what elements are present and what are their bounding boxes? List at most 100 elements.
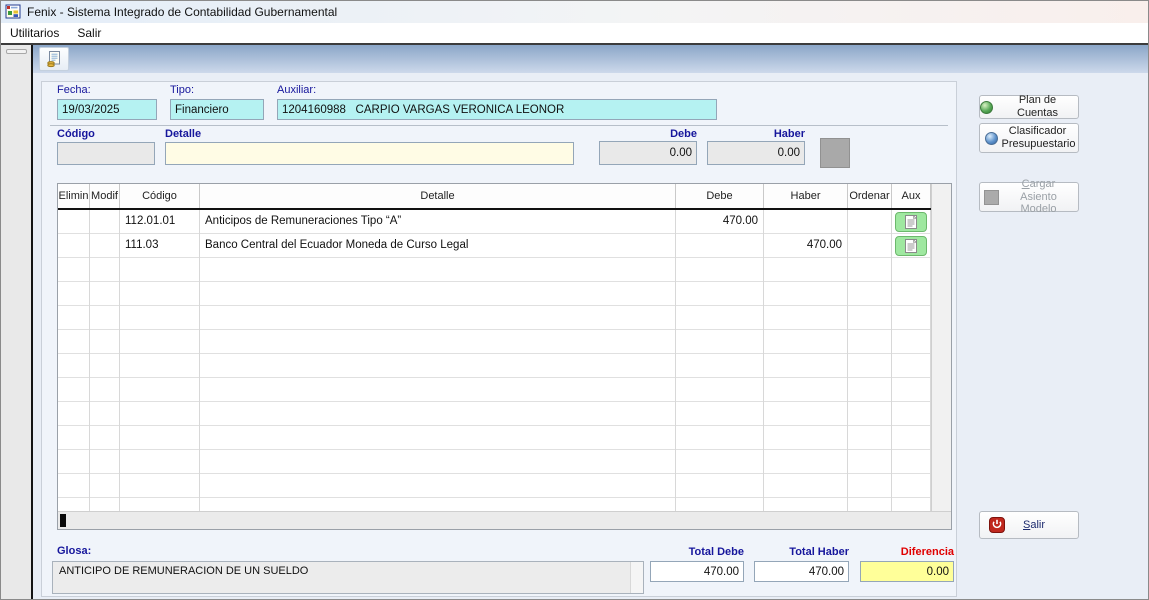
green-circle-icon: [980, 101, 993, 114]
debe-input[interactable]: [599, 141, 697, 165]
cell-ordenar: [848, 378, 892, 402]
debe-label: Debe: [599, 128, 697, 140]
add-line-button[interactable]: [820, 138, 850, 168]
cell-detalle: [200, 426, 676, 450]
cell-detalle: [200, 330, 676, 354]
auxiliar-input[interactable]: [277, 99, 717, 120]
codigo-input[interactable]: [57, 142, 155, 165]
cell-haber: [764, 210, 848, 234]
total-haber-label: Total Haber: [754, 546, 849, 558]
glosa-label: Glosa:: [57, 545, 91, 557]
cell-haber: [764, 378, 848, 402]
entry-form-panel: Fecha: Tipo: Auxiliar: Código Detalle De…: [41, 81, 957, 597]
cell-modif: [90, 306, 120, 330]
cell-detalle: [200, 354, 676, 378]
document-list-icon: [905, 215, 917, 229]
scrollbar-thumb[interactable]: [60, 514, 66, 527]
title-bar: Fenix - Sistema Integrado de Contabilida…: [1, 1, 1149, 23]
cell-debe: [676, 498, 764, 511]
cell-codigo: 112.01.01: [120, 210, 200, 234]
cell-haber: [764, 474, 848, 498]
glosa-input[interactable]: ANTICIPO DE REMUNERACION DE UN SUELDO: [52, 561, 644, 594]
cell-aux: [892, 306, 931, 330]
menu-utilitarios[interactable]: Utilitarios: [1, 24, 68, 42]
table-row[interactable]: 111.03Banco Central del Ecuador Moneda d…: [58, 234, 931, 258]
cell-modif: [90, 354, 120, 378]
table-row-empty: [58, 450, 931, 474]
auxiliar-label: Auxiliar:: [277, 84, 316, 96]
total-haber-input[interactable]: [754, 561, 849, 582]
cell-aux: [892, 354, 931, 378]
total-debe-input[interactable]: [650, 561, 744, 582]
panel-grip-handle[interactable]: [6, 49, 27, 54]
cell-detalle: Banco Central del Ecuador Moneda de Curs…: [200, 234, 676, 258]
aux-button[interactable]: [895, 236, 927, 256]
main-content: Fecha: Tipo: Auxiliar: Código Detalle De…: [33, 73, 1149, 600]
detalle-input[interactable]: [165, 142, 574, 165]
cell-ordenar: [848, 210, 892, 234]
table-row-empty: [58, 378, 931, 402]
cell-haber: [764, 330, 848, 354]
glosa-text: ANTICIPO DE REMUNERACION DE UN SUELDO: [59, 565, 308, 577]
tipo-input[interactable]: [170, 99, 264, 120]
cell-detalle: [200, 378, 676, 402]
cell-elimin: [58, 402, 90, 426]
new-entry-button[interactable]: [39, 47, 69, 71]
cell-aux: [892, 474, 931, 498]
codigo-label: Código: [57, 128, 95, 140]
cell-aux: [892, 450, 931, 474]
menu-bar: Utilitarios Salir: [1, 23, 1149, 43]
cell-codigo: [120, 402, 200, 426]
cell-modif: [90, 474, 120, 498]
cell-modif: [90, 402, 120, 426]
cell-detalle: Anticipos de Remuneraciones Tipo “A”: [200, 210, 676, 234]
cell-ordenar: [848, 426, 892, 450]
table-row-empty: [58, 474, 931, 498]
table-row[interactable]: 112.01.01Anticipos de Remuneraciones Tip…: [58, 210, 931, 234]
cell-detalle: [200, 450, 676, 474]
cargar-asiento-modelo-button[interactable]: Cargar Asiento Modelo: [979, 182, 1079, 212]
power-icon: [989, 517, 1005, 533]
cell-modif: [90, 450, 120, 474]
table-row-empty: [58, 402, 931, 426]
cell-aux: [892, 210, 931, 234]
cell-ordenar: [848, 474, 892, 498]
cell-codigo: [120, 450, 200, 474]
cell-codigo: [120, 282, 200, 306]
aux-button[interactable]: [895, 212, 927, 232]
cell-elimin: [58, 426, 90, 450]
haber-label: Haber: [707, 128, 805, 140]
salir-button[interactable]: Salir: [979, 511, 1079, 539]
cell-aux: [892, 378, 931, 402]
clasificador-presupuestario-button[interactable]: Clasificador Presupuestario: [979, 123, 1079, 153]
document-list-icon: [905, 239, 917, 253]
cell-modif: [90, 498, 120, 511]
cell-debe: 470.00: [676, 210, 764, 234]
left-collapsed-panel[interactable]: [1, 45, 31, 600]
table-horizontal-scrollbar[interactable]: [58, 511, 951, 529]
cell-detalle: [200, 402, 676, 426]
cell-detalle: [200, 258, 676, 282]
cell-haber: [764, 426, 848, 450]
cell-elimin: [58, 474, 90, 498]
cell-haber: [764, 402, 848, 426]
table-row-empty: [58, 330, 931, 354]
menu-salir[interactable]: Salir: [68, 24, 110, 42]
column-header-detalle: Detalle: [200, 184, 676, 208]
glosa-scrollbar[interactable]: [630, 562, 643, 593]
cell-ordenar: [848, 330, 892, 354]
haber-input[interactable]: [707, 141, 805, 165]
cell-debe: [676, 402, 764, 426]
plan-de-cuentas-label: Plan de Cuentas: [997, 94, 1078, 119]
cell-debe: [676, 282, 764, 306]
cell-debe: [676, 306, 764, 330]
plan-de-cuentas-button[interactable]: Plan de Cuentas: [979, 95, 1079, 119]
table-row-empty: [58, 282, 931, 306]
cell-modif: [90, 282, 120, 306]
diferencia-input[interactable]: [860, 561, 954, 582]
table-vertical-scrollbar[interactable]: [931, 184, 951, 511]
cell-modif: [90, 210, 120, 234]
cell-debe: [676, 450, 764, 474]
clasificador-presupuestario-label: Clasificador Presupuestario: [1002, 125, 1074, 150]
fecha-input[interactable]: [57, 99, 157, 120]
